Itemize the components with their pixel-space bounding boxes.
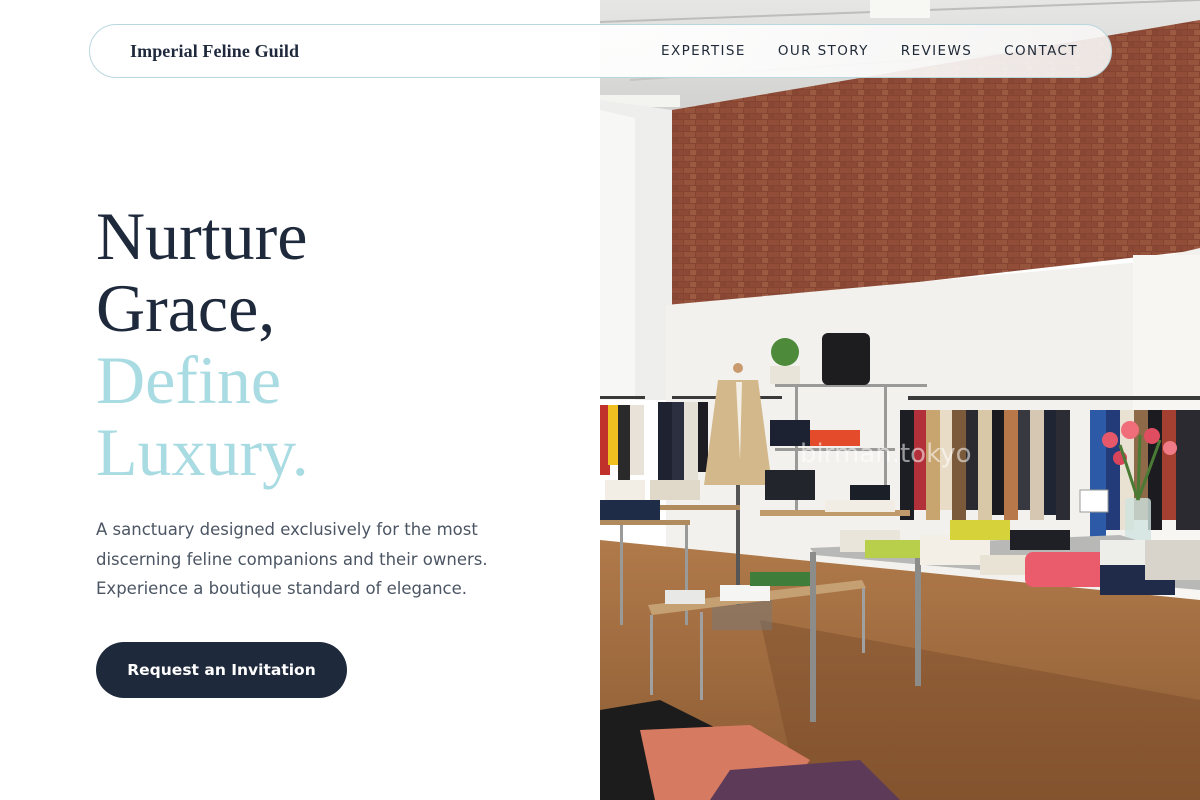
hero-photo: birman.tokyo bbox=[600, 0, 1200, 800]
top-navigation: Imperial Feline Guild EXPERTISE OUR STOR… bbox=[89, 24, 1112, 78]
nav-link-contact[interactable]: CONTACT bbox=[1004, 43, 1078, 59]
headline-line-4: Luxury. bbox=[96, 414, 309, 490]
request-invitation-button[interactable]: Request an Invitation bbox=[96, 642, 347, 698]
boutique-interior-image: birman.tokyo bbox=[600, 0, 1200, 800]
nav-link-expertise[interactable]: EXPERTISE bbox=[661, 43, 746, 59]
hero-description: A sanctuary designed exclusively for the… bbox=[96, 520, 488, 598]
nav-link-our-story[interactable]: OUR STORY bbox=[778, 43, 869, 59]
headline-line-3: Define bbox=[96, 342, 282, 418]
headline-line-1: Nurture bbox=[96, 198, 308, 274]
brand-logo-text[interactable]: Imperial Feline Guild bbox=[130, 41, 299, 62]
photo-watermark: birman.tokyo bbox=[800, 439, 972, 469]
nav-links: EXPERTISE OUR STORY REVIEWS CONTACT bbox=[661, 43, 1078, 59]
hero-headline: Nurture Grace, Define Luxury. bbox=[96, 200, 309, 488]
headline-line-2: Grace, bbox=[96, 270, 276, 346]
nav-link-reviews[interactable]: REVIEWS bbox=[901, 43, 972, 59]
